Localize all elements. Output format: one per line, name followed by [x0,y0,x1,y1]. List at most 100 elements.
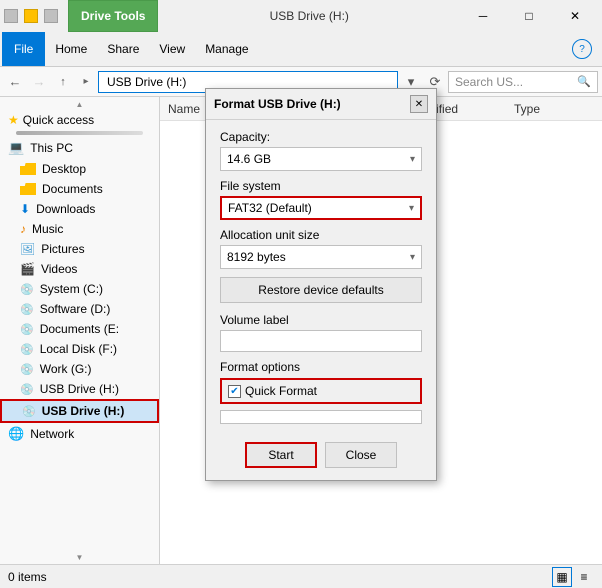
items-count: 0 items [8,570,47,584]
filesystem-select[interactable]: FAT32 (Default) ▾ [220,196,422,220]
format-options-group: Format options ✔ Quick Format [220,360,422,404]
tab-file[interactable]: File [2,32,45,66]
start-button[interactable]: Start [245,442,317,468]
search-box[interactable]: Search US... 🔍 [448,71,598,93]
sidebar-item-downloads[interactable]: ⬇ Downloads [0,199,159,219]
sidebar-item-software-d[interactable]: 💿 Software (D:) [0,299,159,319]
drive-d-icon: 💿 [20,303,34,316]
sidebar-system-c-label: System (C:) [40,282,103,296]
title-icon-small2 [44,9,58,23]
sidebar-item-this-pc[interactable]: 💻 This PC [0,137,159,159]
sidebar-item-videos[interactable]: 🎬 Videos [0,259,159,279]
sidebar-software-d-label: Software (D:) [40,302,111,316]
sidebar-item-documents[interactable]: Documents [0,179,159,199]
modal-title: Format USB Drive (H:) [214,97,410,111]
sidebar-item-system-c[interactable]: 💿 System (C:) [0,279,159,299]
back-button[interactable]: ← [4,71,26,93]
sidebar-item-usb-h2[interactable]: 💿 USB Drive (H:) [0,379,159,399]
sidebar-scroll-down[interactable]: ▼ [0,550,159,564]
sidebar-item-documents-e[interactable]: 💿 Documents (E: [0,319,159,339]
close-dialog-button[interactable]: Close [325,442,397,468]
drive-h-icon: 💿 [22,405,36,418]
network-icon: 🌐 [8,426,24,442]
capacity-dropdown-icon: ▾ [410,154,415,165]
volume-group: Volume label [220,313,422,352]
tab-home[interactable]: Home [45,38,97,60]
downloads-icon: ⬇ [20,202,30,216]
drive-c-icon: 💿 [20,283,34,296]
format-options-label: Format options [220,360,422,374]
allocation-dropdown-icon: ▾ [410,252,415,263]
documents-folder-icon [20,183,36,195]
allocation-group: Allocation unit size 8192 bytes ▾ [220,228,422,269]
address-text: USB Drive (H:) [107,75,186,89]
sidebar-pictures-label: Pictures [41,242,84,256]
up-button[interactable]: ↑ [52,71,74,93]
tab-manage[interactable]: Manage [195,38,258,60]
filesystem-group: File system FAT32 (Default) ▾ [220,179,422,220]
music-icon: ♪ [20,222,26,236]
sidebar-downloads-label: Downloads [36,202,95,216]
sidebar: ▲ ★ Quick access 💻 This PC Desktop Docum… [0,97,160,564]
volume-input[interactable] [220,330,422,352]
forward-button[interactable]: → [28,71,50,93]
help-button[interactable]: ? [572,39,592,59]
capacity-select[interactable]: 14.6 GB ▾ [220,147,422,171]
progress-bar [220,410,422,424]
volume-label: Volume label [220,313,422,327]
sidebar-quick-access[interactable]: ★ Quick access [0,111,159,129]
filesystem-dropdown-icon: ▾ [409,203,414,214]
format-dialog: Format USB Drive (H:) ✕ Capacity: 14.6 G… [205,88,437,481]
allocation-value: 8192 bytes [227,250,286,264]
capacity-group: Capacity: 14.6 GB ▾ [220,130,422,171]
quick-format-group: ✔ Quick Format [220,378,422,404]
sidebar-item-work-g[interactable]: 💿 Work (G:) [0,359,159,379]
capacity-value: 14.6 GB [227,152,271,166]
sidebar-item-network[interactable]: 🌐 Network [0,423,159,445]
search-text: Search US... [455,75,523,89]
tab-share[interactable]: Share [97,38,149,60]
sidebar-documents-e-label: Documents (E: [40,322,119,336]
column-type: Type [514,102,594,116]
drive-h2-icon: 💿 [20,383,34,396]
list-view-button[interactable]: ≡ [574,567,594,587]
grid-view-button[interactable]: ▦ [552,567,572,587]
sidebar-scroll-up[interactable]: ▲ [0,97,159,111]
status-bar: 0 items ▦ ≡ [0,564,602,588]
drive-e-icon: 💿 [20,323,34,336]
modal-body: Capacity: 14.6 GB ▾ File system FAT32 (D… [206,120,436,438]
sidebar-item-usb-h-selected[interactable]: 💿 USB Drive (H:) [0,399,159,423]
videos-icon: 🎬 [20,262,35,276]
location-icon: ▸ [76,72,96,92]
sidebar-item-music[interactable]: ♪ Music [0,219,159,239]
search-icon: 🔍 [577,75,591,88]
pictures-icon: 🖼 [20,242,35,256]
sidebar-item-local-f[interactable]: 💿 Local Disk (F:) [0,339,159,359]
pc-icon: 💻 [8,140,24,156]
quick-access-bar [16,131,143,135]
restore-defaults-button[interactable]: Restore device defaults [220,277,422,303]
allocation-label: Allocation unit size [220,228,422,242]
tab-view[interactable]: View [149,38,195,60]
tab-drive-tools[interactable]: Drive Tools [68,0,158,32]
modal-buttons: Start Close [206,438,436,480]
sidebar-item-desktop[interactable]: Desktop [0,159,159,179]
sidebar-usb-h-label: USB Drive (H:) [42,404,125,418]
desktop-folder-icon [20,163,36,175]
quick-format-label: Quick Format [245,384,317,398]
quick-format-checkbox[interactable]: ✔ [228,385,241,398]
sidebar-music-label: Music [32,222,63,236]
maximize-button[interactable]: □ [506,0,552,32]
drive-g-icon: 💿 [20,363,34,376]
close-button[interactable]: ✕ [552,0,598,32]
capacity-label: Capacity: [220,130,422,144]
title-icon-folder [24,9,38,23]
title-icon-small [4,9,18,23]
sidebar-videos-label: Videos [41,262,77,276]
sidebar-quick-access-label: Quick access [23,113,94,127]
modal-close-button[interactable]: ✕ [410,95,428,113]
allocation-select[interactable]: 8192 bytes ▾ [220,245,422,269]
minimize-button[interactable]: ─ [460,0,506,32]
sidebar-item-pictures[interactable]: 🖼 Pictures [0,239,159,259]
sidebar-documents-label: Documents [42,182,103,196]
